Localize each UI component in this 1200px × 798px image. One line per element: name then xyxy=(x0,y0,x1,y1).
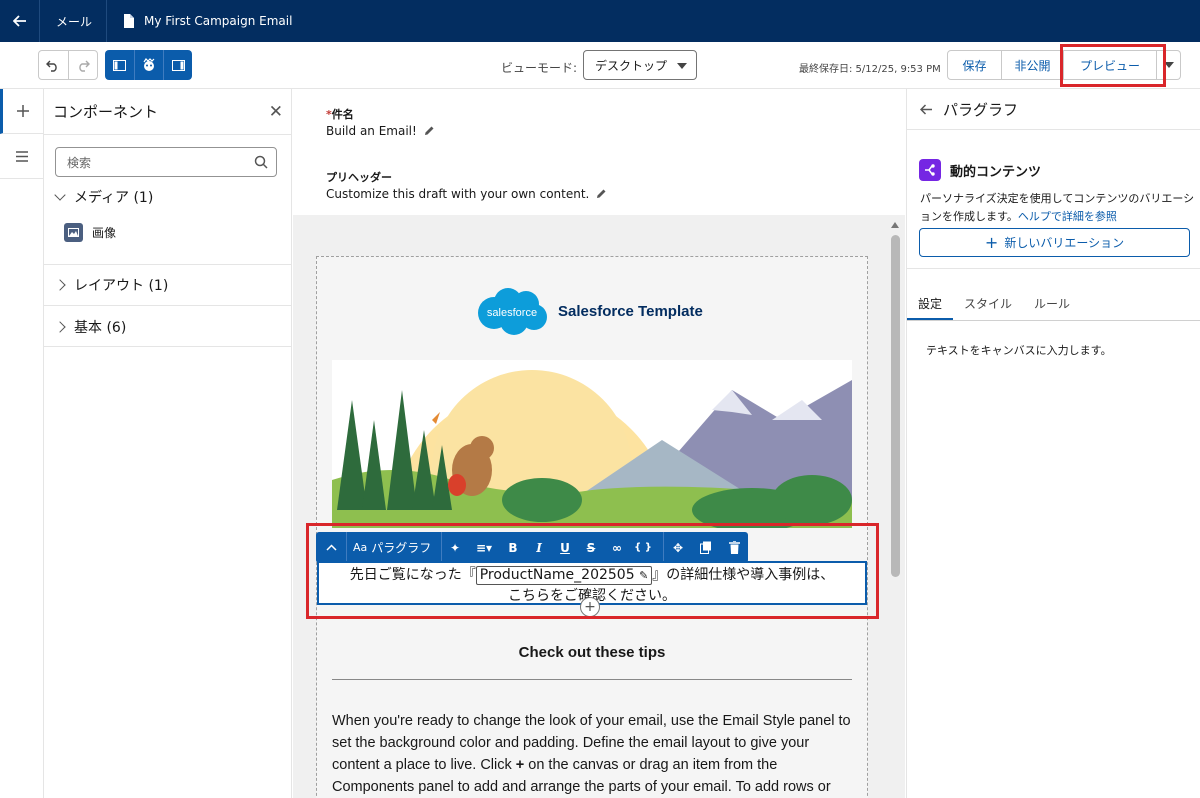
canvas-scrollbar[interactable] xyxy=(891,222,900,798)
right-panel-icon xyxy=(171,59,185,71)
mail-tab[interactable]: メール xyxy=(40,0,108,42)
scroll-up-arrow-icon[interactable] xyxy=(891,222,899,228)
subject-field[interactable]: Build an Email! xyxy=(326,124,435,138)
tab-style[interactable]: スタイル xyxy=(953,285,1023,320)
salesforce-logo-word: salesforce xyxy=(487,307,537,319)
close-icon[interactable]: ✕ xyxy=(269,102,283,122)
paragraph-highlight-box xyxy=(306,523,879,619)
redo-icon xyxy=(79,60,90,72)
list-icon xyxy=(15,150,28,162)
chevron-down-icon xyxy=(677,63,687,69)
dynamic-content-description: パーソナライズ決定を使用してコンテンツのバリエーションを作成します。ヘルプで詳細… xyxy=(920,192,1195,223)
chevron-right-icon xyxy=(54,321,66,333)
back-arrow-icon xyxy=(12,15,26,27)
component-search-input[interactable]: 検索 xyxy=(55,147,277,177)
einstein-icon xyxy=(143,58,155,71)
editor-toolbar: ビューモード: デスクトップ 最終保存日: 5/12/25, 9:53 PM 保… xyxy=(0,42,1200,89)
plus-icon xyxy=(17,105,29,117)
document-tab[interactable]: My First Campaign Email xyxy=(107,14,292,28)
divider xyxy=(907,268,1200,269)
left-rail xyxy=(0,89,44,798)
image-icon xyxy=(64,223,83,242)
template-header: salesforce Salesforce Template xyxy=(474,285,703,337)
left-panel-toggle[interactable] xyxy=(105,50,134,80)
component-image[interactable]: 画像 xyxy=(64,223,116,242)
search-placeholder: 検索 xyxy=(67,155,92,170)
properties-header: パラグラフ xyxy=(907,89,1200,130)
chevron-right-icon xyxy=(54,279,66,291)
undo-button[interactable] xyxy=(39,51,68,79)
top-nav: メール My First Campaign Email xyxy=(0,0,1200,42)
salesforce-logo: salesforce xyxy=(474,285,550,337)
right-panel-toggle[interactable] xyxy=(163,50,192,80)
help-link[interactable]: ヘルプで詳細を参照 xyxy=(1018,210,1117,223)
back-arrow-icon[interactable] xyxy=(920,103,933,115)
document-title: My First Campaign Email xyxy=(144,14,293,28)
einstein-toggle[interactable] xyxy=(134,50,163,80)
template-title: Salesforce Template xyxy=(558,302,703,320)
last-saved-text: 最終保存日: 5/12/25, 9:53 PM xyxy=(799,64,941,75)
section-media[interactable]: メディア (1) xyxy=(44,187,291,207)
tips-divider xyxy=(332,679,852,680)
new-variation-label: 新しいバリエーション xyxy=(1004,236,1125,250)
viewmode-value: デスクトップ xyxy=(595,58,668,73)
dynamic-content-title: 動的コンテンツ xyxy=(950,164,1042,180)
add-components-tab[interactable] xyxy=(0,89,43,134)
preheader-label: プリヘッダー xyxy=(326,171,392,184)
document-icon xyxy=(124,14,135,28)
properties-title: パラグラフ xyxy=(943,100,1019,119)
panel-view-toggle-group xyxy=(105,50,192,80)
plus-icon: + xyxy=(984,233,999,252)
preview-highlight-box xyxy=(1060,44,1166,87)
redo-button[interactable] xyxy=(67,51,97,79)
tips-paragraph: When you're ready to change the look of … xyxy=(332,713,851,795)
section-basic-label: 基本 (6) xyxy=(74,320,127,336)
left-panel-icon xyxy=(113,59,126,71)
new-variation-button[interactable]: + 新しいバリエーション xyxy=(919,228,1190,257)
components-panel: コンポーネント ✕ 検索 メディア (1) 画像 レイアウト (1) 基本 (6… xyxy=(44,89,292,798)
unpublish-button[interactable]: 非公開 xyxy=(1002,50,1064,80)
scrollbar-thumb[interactable] xyxy=(891,235,900,577)
undo-redo-group xyxy=(38,50,98,80)
components-title: コンポーネント xyxy=(53,103,159,121)
dynamic-content-icon xyxy=(919,159,941,181)
save-button[interactable]: 保存 xyxy=(947,50,1002,80)
dynamic-content-heading: 動的コンテンツ xyxy=(919,159,1041,181)
section-layout[interactable]: レイアウト (1) xyxy=(44,275,291,295)
hero-image[interactable] xyxy=(332,360,852,528)
component-image-label: 画像 xyxy=(92,226,117,240)
tab-settings[interactable]: 設定 xyxy=(907,285,954,320)
properties-tabs: 設定 スタイル ルール xyxy=(907,285,1200,321)
section-basic[interactable]: 基本 (6) xyxy=(44,317,291,337)
section-media-label: メディア (1) xyxy=(74,190,154,206)
components-header: コンポーネント ✕ xyxy=(44,89,291,135)
divider xyxy=(44,264,291,265)
divider xyxy=(44,346,291,347)
properties-panel: パラグラフ 動的コンテンツ パーソナライズ決定を使用してコンテンツのバリエーショ… xyxy=(906,89,1200,798)
preheader-field[interactable]: Customize this draft with your own conte… xyxy=(326,187,607,201)
tips-heading: Check out these tips xyxy=(518,644,666,661)
search-icon xyxy=(254,155,268,169)
outline-tab[interactable] xyxy=(0,134,43,179)
chevron-down-icon xyxy=(54,189,66,201)
preheader-value: Customize this draft with your own conte… xyxy=(326,187,590,201)
pencil-icon[interactable] xyxy=(595,188,607,200)
divider xyxy=(44,305,291,306)
pencil-icon[interactable] xyxy=(423,125,435,137)
viewmode-label: ビューモード: xyxy=(501,61,578,75)
tab-rules[interactable]: ルール xyxy=(1023,285,1081,320)
settings-hint: テキストをキャンバスに入力します。 xyxy=(926,344,1112,357)
section-layout-label: レイアウト (1) xyxy=(74,278,169,294)
undo-icon xyxy=(46,60,58,72)
email-properties: *件名 Build an Email! プリヘッダー Customize thi… xyxy=(293,89,905,215)
subject-label: *件名 xyxy=(326,108,354,121)
back-button[interactable] xyxy=(0,0,40,42)
viewmode-select[interactable]: デスクトップ xyxy=(583,50,697,80)
subject-value: Build an Email! xyxy=(326,124,417,138)
